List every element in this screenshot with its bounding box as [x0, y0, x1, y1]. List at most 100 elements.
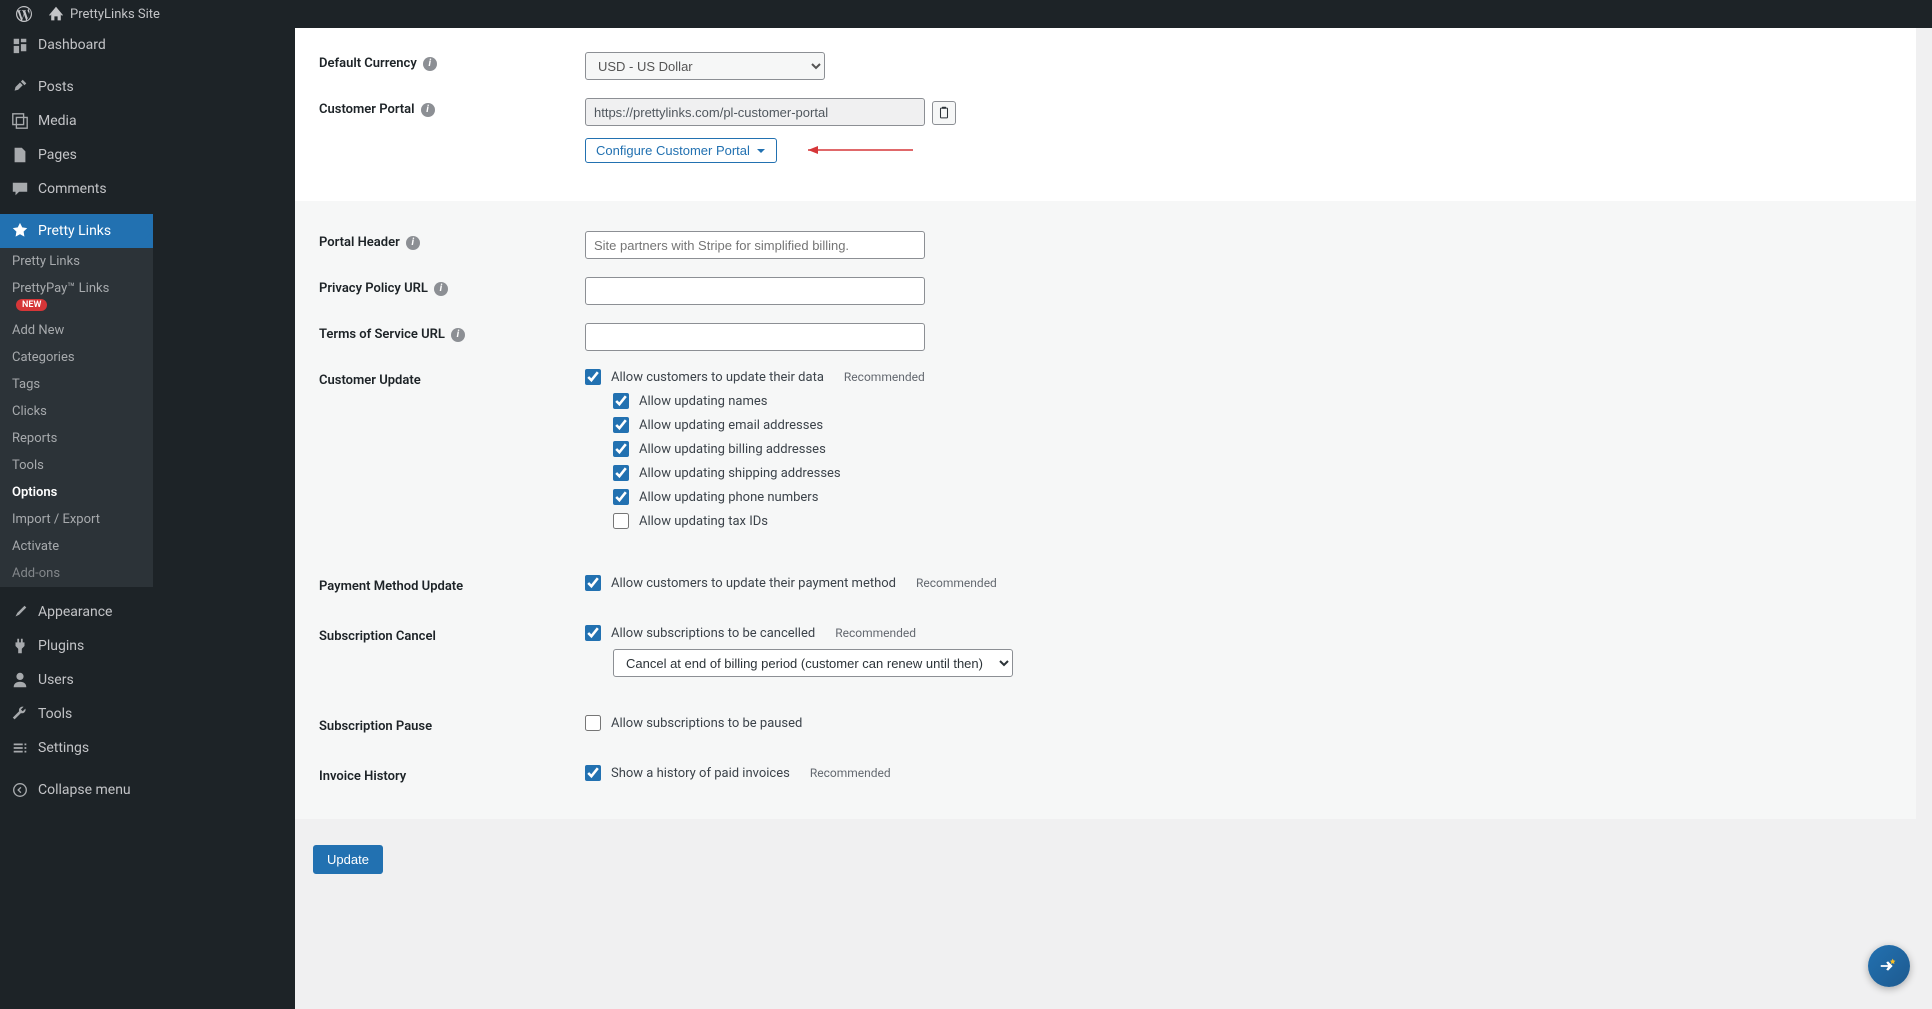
sidebar-label: Pretty Links [38, 223, 111, 239]
sidebar-label: Users [38, 672, 74, 688]
sidebar-users[interactable]: Users [0, 663, 153, 697]
chevron-down-icon [756, 146, 766, 156]
settings-icon [10, 738, 30, 758]
submenu-prettylinks[interactable]: Pretty Links [0, 248, 153, 275]
allow-emails-checkbox[interactable]: Allow updating email addresses [613, 417, 1916, 433]
help-icon[interactable]: i [423, 57, 437, 71]
subscription-cancel-label: Subscription Cancel [295, 625, 585, 644]
checkbox-input[interactable] [585, 369, 601, 385]
portal-header-input[interactable] [585, 231, 925, 259]
checkbox-input[interactable] [613, 489, 629, 505]
help-icon[interactable]: i [421, 103, 435, 117]
sidebar-media[interactable]: Media [0, 104, 153, 138]
sidebar-label: Tools [38, 706, 72, 722]
sidebar-label: Settings [38, 740, 89, 756]
copy-url-button[interactable] [932, 101, 956, 125]
wordpress-icon [16, 6, 32, 22]
submenu-addnew[interactable]: Add New [0, 317, 153, 344]
admin-sidebar: Dashboard Posts Media Pages Comments Pre… [0, 28, 153, 1009]
site-home-link[interactable]: PrettyLinks Site [40, 6, 168, 22]
checkbox-input[interactable] [613, 441, 629, 457]
checkbox-label: Allow updating shipping addresses [639, 466, 841, 481]
sidebar-tools[interactable]: Tools [0, 697, 153, 731]
checkbox-input[interactable] [585, 715, 601, 731]
sidebar-posts[interactable]: Posts [0, 70, 153, 104]
customer-update-label: Customer Update [295, 369, 585, 388]
user-icon [10, 670, 30, 690]
sidebar-prettylinks[interactable]: Pretty Links [0, 214, 153, 248]
sidebar-collapse[interactable]: Collapse menu [0, 773, 153, 807]
sidebar-appearance[interactable]: Appearance [0, 595, 153, 629]
update-button[interactable]: Update [313, 845, 383, 874]
submenu-tags[interactable]: Tags [0, 371, 153, 398]
sidebar-comments[interactable]: Comments [0, 172, 153, 206]
allow-payment-checkbox[interactable]: Allow customers to update their payment … [585, 575, 1916, 591]
privacy-policy-label: Privacy Policy URL i [295, 277, 585, 296]
allow-billing-checkbox[interactable]: Allow updating billing addresses [613, 441, 1916, 457]
customer-portal-url[interactable] [585, 98, 925, 126]
floating-help-badge[interactable] [1868, 945, 1910, 987]
checkbox-label: Show a history of paid invoices [611, 766, 790, 781]
submenu-prettypay[interactable]: PrettyPay™ Links NEW [0, 275, 153, 317]
submenu-clicks[interactable]: Clicks [0, 398, 153, 425]
collapse-icon [10, 780, 30, 800]
sidebar-label: Comments [38, 181, 107, 197]
sidebar-label: Posts [38, 79, 74, 95]
submenu-options[interactable]: Options [0, 479, 153, 506]
prettylinks-submenu: Pretty Links PrettyPay™ Links NEW Add Ne… [0, 248, 153, 587]
home-icon [48, 6, 64, 22]
customer-portal-label: Customer Portal i [295, 98, 585, 117]
default-currency-select[interactable]: USD - US Dollar [585, 52, 825, 80]
sidebar-pages[interactable]: Pages [0, 138, 153, 172]
help-icon[interactable]: i [434, 282, 448, 296]
sidebar-label: Media [38, 113, 77, 129]
sidebar-dashboard[interactable]: Dashboard [0, 28, 153, 62]
invoice-history-label: Invoice History [295, 765, 585, 784]
sidebar-label: Plugins [38, 638, 84, 654]
admin-topbar: PrettyLinks Site [0, 0, 1932, 28]
checkbox-input[interactable] [585, 575, 601, 591]
wp-logo[interactable] [8, 6, 40, 22]
help-icon[interactable]: i [406, 236, 420, 250]
show-history-checkbox[interactable]: Show a history of paid invoices Recommen… [585, 765, 1916, 781]
sidebar-label: Pages [38, 147, 77, 163]
allow-update-data-checkbox[interactable]: Allow customers to update their data Rec… [585, 369, 1916, 385]
checkbox-input[interactable] [613, 393, 629, 409]
checkbox-input[interactable] [585, 765, 601, 781]
allow-names-checkbox[interactable]: Allow updating names [613, 393, 1916, 409]
recommended-badge: Recommended [810, 766, 891, 780]
submenu-addons[interactable]: Add-ons [0, 560, 153, 587]
portal-header-label: Portal Header i [295, 231, 585, 250]
allow-tax-checkbox[interactable]: Allow updating tax IDs [613, 513, 1916, 529]
comment-icon [10, 179, 30, 199]
checkbox-input[interactable] [613, 417, 629, 433]
submenu-activate[interactable]: Activate [0, 533, 153, 560]
checkbox-input[interactable] [613, 465, 629, 481]
sidebar-settings[interactable]: Settings [0, 731, 153, 765]
submenu-categories[interactable]: Categories [0, 344, 153, 371]
subscription-pause-label: Subscription Pause [295, 715, 585, 734]
cancel-timing-select[interactable]: Cancel at end of billing period (custome… [613, 649, 1013, 677]
plugin-icon [10, 636, 30, 656]
tos-input[interactable] [585, 323, 925, 351]
checkbox-input[interactable] [585, 625, 601, 641]
allow-shipping-checkbox[interactable]: Allow updating shipping addresses [613, 465, 1916, 481]
sidebar-label: Appearance [38, 604, 112, 620]
tos-label: Terms of Service URL i [295, 323, 585, 342]
configure-portal-button[interactable]: Configure Customer Portal [585, 138, 777, 163]
allow-cancel-checkbox[interactable]: Allow subscriptions to be cancelled Reco… [585, 625, 1916, 641]
submenu-importexport[interactable]: Import / Export [0, 506, 153, 533]
new-badge: NEW [16, 299, 47, 311]
sidebar-plugins[interactable]: Plugins [0, 629, 153, 663]
allow-phone-checkbox[interactable]: Allow updating phone numbers [613, 489, 1916, 505]
checkbox-input[interactable] [613, 513, 629, 529]
help-icon[interactable]: i [451, 328, 465, 342]
annotation-arrow [798, 144, 918, 159]
privacy-policy-input[interactable] [585, 277, 925, 305]
payment-method-label: Payment Method Update [295, 575, 585, 594]
submenu-tools[interactable]: Tools [0, 452, 153, 479]
allow-pause-checkbox[interactable]: Allow subscriptions to be paused [585, 715, 1916, 731]
submenu-reports[interactable]: Reports [0, 425, 153, 452]
checkbox-label: Allow updating names [639, 394, 767, 409]
recommended-badge: Recommended [844, 370, 925, 384]
